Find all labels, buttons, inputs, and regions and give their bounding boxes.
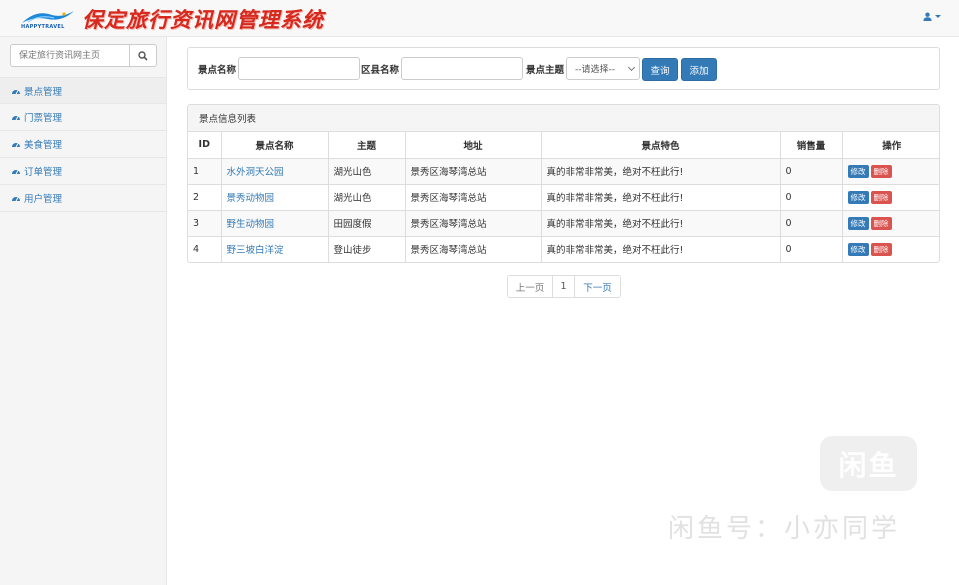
caret-down-icon	[935, 15, 941, 18]
brand[interactable]: HAPPYTRAVEL 保定旅行资讯网管理系统	[18, 4, 324, 34]
query-button[interactable]: 查询	[642, 58, 678, 81]
dashboard-icon	[11, 140, 21, 148]
delete-button[interactable]: 删除	[870, 190, 892, 204]
sidebar-menu: 景点管理 门票管理 美食管理 订单管理 用户管理	[0, 77, 166, 212]
cell-id: 2	[188, 184, 222, 211]
filter-form: 景点名称 区县名称 景点主题 --请选择-- 查询 添加	[187, 47, 940, 90]
sidebar-search	[10, 44, 157, 67]
cell-name-link[interactable]: 野生动物园	[221, 210, 329, 237]
cell-id: 3	[188, 210, 222, 237]
cell-id: 1	[188, 158, 222, 185]
edit-button[interactable]: 修改	[847, 190, 869, 204]
table-row: 4 野三坡白洋淀 登山徒步 景秀区海琴湾总站 真的非常非常美，绝对不枉此行! 0…	[188, 236, 939, 262]
next-page-button[interactable]: 下一页	[575, 276, 620, 297]
cell-feature: 真的非常非常美，绝对不枉此行!	[541, 158, 781, 185]
sidebar-item-tickets[interactable]: 门票管理	[0, 104, 166, 131]
sidebar-search-input[interactable]	[10, 44, 130, 67]
chevron-down-icon	[627, 63, 636, 72]
top-navbar: HAPPYTRAVEL 保定旅行资讯网管理系统	[0, 0, 959, 37]
cell-address: 景秀区海琴湾总站	[405, 184, 542, 211]
dashboard-icon	[11, 167, 21, 175]
table-header-row: ID 景点名称 主题 地址 景点特色 销售量 操作	[188, 132, 939, 159]
cell-name-link[interactable]: 景秀动物园	[221, 184, 329, 211]
scenic-list-panel: 景点信息列表 ID 景点名称 主题 地址 景点特色 销售量 操作 1 水外洞天公…	[187, 104, 940, 263]
sidebar: 景点管理 门票管理 美食管理 订单管理 用户管理	[0, 37, 167, 585]
edit-button[interactable]: 修改	[847, 242, 869, 256]
column-header-sales: 销售量	[780, 132, 843, 159]
sidebar-search-button[interactable]	[130, 44, 157, 67]
district-name-input[interactable]	[401, 57, 523, 80]
delete-button[interactable]: 删除	[870, 164, 892, 178]
search-icon	[138, 50, 148, 61]
theme-select[interactable]: --请选择--	[566, 57, 640, 80]
scenic-name-label: 景点名称	[198, 65, 237, 76]
cell-address: 景秀区海琴湾总站	[405, 236, 542, 262]
column-header-feature: 景点特色	[541, 132, 781, 159]
cell-actions: 修改 删除	[842, 236, 939, 262]
sidebar-item-label: 订单管理	[24, 167, 63, 178]
cell-sales: 0	[780, 158, 843, 185]
edit-button[interactable]: 修改	[847, 216, 869, 230]
user-menu-toggle[interactable]	[923, 12, 941, 21]
cell-theme: 田园度假	[328, 210, 406, 237]
table-row: 3 野生动物园 田园度假 景秀区海琴湾总站 真的非常非常美，绝对不枉此行! 0 …	[188, 210, 939, 237]
sidebar-item-label: 美食管理	[24, 140, 63, 151]
cell-feature: 真的非常非常美，绝对不枉此行!	[541, 184, 781, 211]
table-row: 2 景秀动物园 湖光山色 景秀区海琴湾总站 真的非常非常美，绝对不枉此行! 0 …	[188, 184, 939, 211]
cell-theme: 登山徒步	[328, 236, 406, 262]
theme-label: 景点主题	[526, 65, 565, 76]
sidebar-item-label: 用户管理	[24, 194, 63, 205]
cell-sales: 0	[780, 184, 843, 211]
prev-page-button[interactable]: 上一页	[508, 276, 553, 297]
cell-actions: 修改 删除	[842, 158, 939, 185]
site-logo: HAPPYTRAVEL	[18, 5, 78, 33]
pagination: 上一页 1 下一页	[507, 275, 621, 298]
delete-button[interactable]: 删除	[870, 242, 892, 256]
theme-select-value: --请选择--	[575, 65, 615, 75]
delete-button[interactable]: 删除	[870, 216, 892, 230]
scenic-table: ID 景点名称 主题 地址 景点特色 销售量 操作 1 水外洞天公园 湖光山色 …	[188, 132, 939, 262]
dashboard-icon	[11, 113, 21, 121]
cell-sales: 0	[780, 236, 843, 262]
column-header-theme: 主题	[328, 132, 406, 159]
cell-address: 景秀区海琴湾总站	[405, 210, 542, 237]
scenic-name-input[interactable]	[238, 57, 360, 80]
column-header-id: ID	[188, 132, 222, 159]
column-header-address: 地址	[405, 132, 542, 159]
watermark-logo-text: 闲鱼	[838, 448, 899, 482]
sidebar-item-label: 门票管理	[24, 113, 63, 124]
cell-feature: 真的非常非常美，绝对不枉此行!	[541, 236, 781, 262]
panel-heading: 景点信息列表	[188, 105, 939, 132]
watermark-text: 闲鱼号：小亦同学	[668, 514, 901, 544]
cell-theme: 湖光山色	[328, 158, 406, 185]
logo-text: HAPPYTRAVEL	[21, 24, 65, 30]
district-name-label: 区县名称	[361, 65, 400, 76]
cell-actions: 修改 删除	[842, 184, 939, 211]
page-number-button[interactable]: 1	[553, 276, 575, 297]
user-icon	[923, 12, 932, 21]
sidebar-item-orders[interactable]: 订单管理	[0, 158, 166, 185]
watermark-logo: 闲鱼	[820, 436, 917, 491]
dashboard-icon	[11, 87, 21, 95]
sidebar-item-food[interactable]: 美食管理	[0, 131, 166, 158]
cell-theme: 湖光山色	[328, 184, 406, 211]
sidebar-item-label: 景点管理	[24, 86, 63, 98]
edit-button[interactable]: 修改	[847, 164, 869, 178]
column-header-name: 景点名称	[221, 132, 329, 159]
cell-feature: 真的非常非常美，绝对不枉此行!	[541, 210, 781, 237]
cell-sales: 0	[780, 210, 843, 237]
cell-name-link[interactable]: 野三坡白洋淀	[221, 236, 329, 262]
column-header-actions: 操作	[842, 132, 939, 159]
cell-address: 景秀区海琴湾总站	[405, 158, 542, 185]
cell-name-link[interactable]: 水外洞天公园	[221, 158, 329, 185]
sidebar-item-scenic[interactable]: 景点管理	[0, 77, 166, 104]
site-title: 保定旅行资讯网管理系统	[82, 7, 324, 32]
sidebar-item-users[interactable]: 用户管理	[0, 185, 166, 212]
add-button[interactable]: 添加	[681, 58, 717, 81]
dashboard-icon	[11, 194, 21, 202]
cell-id: 4	[188, 236, 222, 262]
table-row: 1 水外洞天公园 湖光山色 景秀区海琴湾总站 真的非常非常美，绝对不枉此行! 0…	[188, 158, 939, 185]
cell-actions: 修改 删除	[842, 210, 939, 237]
